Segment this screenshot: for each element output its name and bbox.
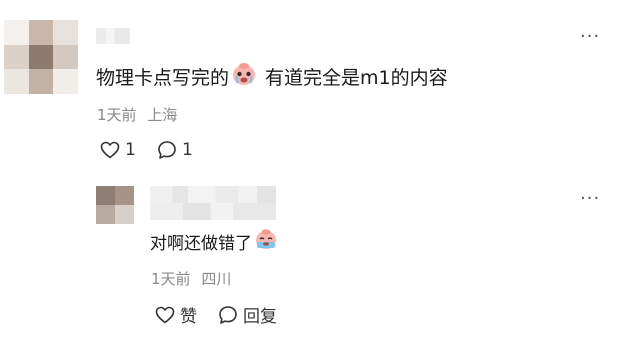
comment-time: 1天前 — [97, 106, 137, 124]
crying-face-emoji-icon — [254, 228, 278, 255]
reply-avatar[interactable] — [96, 186, 134, 224]
reply-text-part: 对啊还做错了 — [150, 234, 252, 254]
comment-count: 1 — [182, 140, 193, 160]
more-options-button[interactable]: ··· — [580, 28, 600, 46]
comment-text: 物理卡点写完的 有道完全是m1的内容 — [96, 62, 448, 91]
comment-bubble-icon — [157, 140, 177, 160]
comment-bubble-icon — [218, 305, 238, 325]
crying-face-emoji-icon — [231, 62, 257, 91]
comment-text-part: 有道完全是m1的内容 — [265, 67, 448, 89]
reply-button[interactable]: 回复 — [218, 302, 277, 327]
reply-meta: 1天前 四川 — [151, 268, 231, 289]
reply-button-label: 回复 — [243, 307, 277, 327]
comment-meta: 1天前 上海 — [97, 104, 177, 125]
reply-username-blurred[interactable] — [150, 186, 276, 220]
comment-button[interactable]: 1 — [157, 140, 193, 160]
like-count: 1 — [125, 140, 136, 160]
heart-icon — [155, 306, 175, 324]
reply-time: 1天前 — [151, 270, 191, 288]
like-button[interactable]: 1 — [100, 140, 136, 160]
comment-text-part: 物理卡点写完的 — [96, 67, 230, 89]
comment-location: 上海 — [147, 106, 178, 124]
avatar[interactable] — [4, 20, 78, 94]
reply-location: 四川 — [201, 270, 232, 288]
reply-like-label: 赞 — [180, 307, 197, 327]
reply-like-button[interactable]: 赞 — [155, 302, 197, 327]
reply-text: 对啊还做错了 — [150, 228, 280, 255]
heart-icon — [100, 141, 120, 159]
username-blurred[interactable] — [96, 28, 130, 44]
reply-more-options-button[interactable]: ··· — [580, 190, 600, 208]
